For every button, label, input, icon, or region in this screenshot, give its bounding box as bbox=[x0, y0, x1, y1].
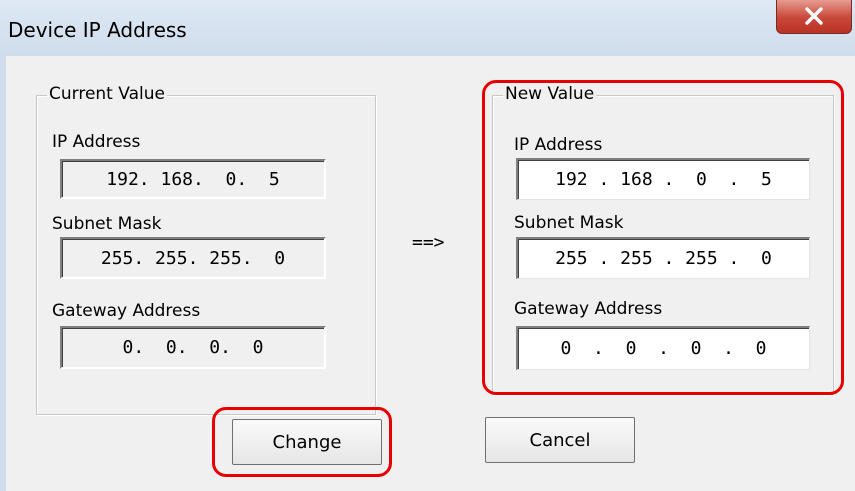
close-icon bbox=[805, 7, 823, 25]
change-button-highlight bbox=[212, 407, 392, 477]
current-ip-field: 192. 168. 0. 5 bbox=[60, 159, 326, 199]
current-ip-label: IP Address bbox=[52, 132, 141, 152]
current-gateway-field: 0. 0. 0. 0 bbox=[60, 326, 326, 369]
current-subnet-label: Subnet Mask bbox=[52, 214, 162, 234]
close-button[interactable] bbox=[776, 0, 852, 34]
current-gateway-label: Gateway Address bbox=[52, 301, 201, 321]
current-subnet-field: 255. 255. 255. 0 bbox=[60, 237, 326, 279]
cancel-button[interactable]: Cancel bbox=[485, 417, 635, 463]
window-title: Device IP Address bbox=[8, 18, 187, 42]
title-bar: Device IP Address bbox=[0, 0, 855, 56]
current-value-legend: Current Value bbox=[47, 84, 167, 104]
arrow-indicator: ==> bbox=[412, 232, 445, 253]
new-value-highlight bbox=[482, 80, 844, 395]
